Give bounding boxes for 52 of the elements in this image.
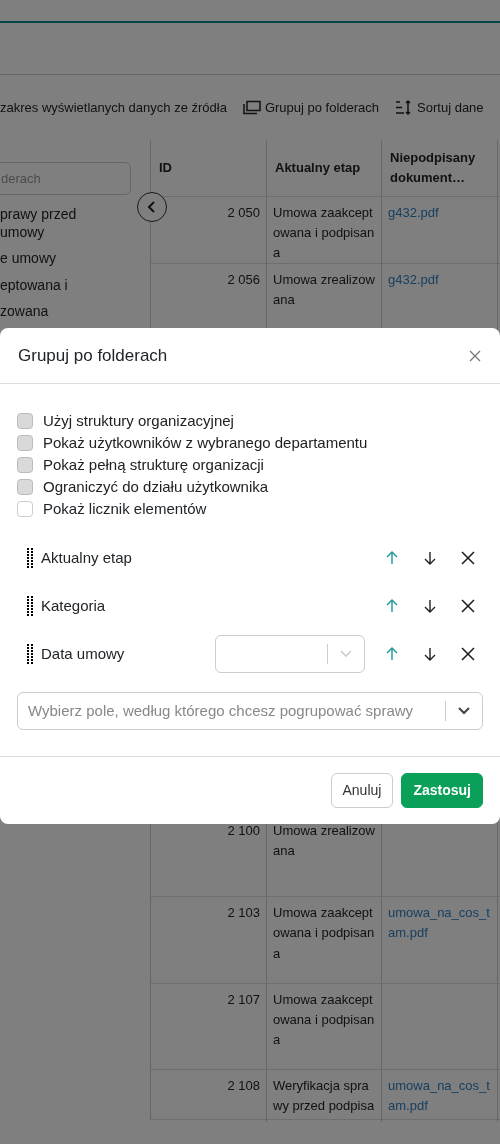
document-link[interactable]: g432.pdf <box>388 270 491 291</box>
move-down-button[interactable] <box>422 646 438 663</box>
id-cell: 2 103 <box>151 897 267 984</box>
group-field-label: Data umowy <box>41 644 126 665</box>
chevron-down-icon <box>458 707 470 716</box>
collapse-button[interactable] <box>137 192 167 222</box>
apply-button[interactable]: Zastosuj <box>401 773 483 809</box>
chevron-down-icon <box>340 650 352 659</box>
drag-handle-icon[interactable] <box>27 644 33 665</box>
document-link[interactable]: umowa_na_cos_tam.pdf <box>388 1076 491 1117</box>
remove-button[interactable] <box>460 598 476 615</box>
drag-handle-icon[interactable] <box>27 548 33 569</box>
folders-icon <box>242 100 261 115</box>
close-button[interactable] <box>468 349 482 364</box>
folder-item[interactable]: eptowana i <box>0 275 85 294</box>
option-label: Pokaż pełną strukturę organizacji <box>43 455 264 476</box>
dialog-title: Grupuj po folderach <box>18 346 168 367</box>
move-up-button[interactable] <box>384 646 400 663</box>
id-cell: 2 107 <box>151 984 267 1069</box>
sort-button[interactable]: Sortuj dane <box>395 97 484 118</box>
folder-item[interactable]: prawy przed umowy <box>0 205 85 242</box>
stage-cell: Umowa zaakceptowana i podpisana <box>267 897 382 984</box>
option-label: Pokaż użytkowników z wybranego departamentu <box>43 433 368 454</box>
source-range-link[interactable]: zakres wyświetlanych danych ze źródła <box>0 97 227 118</box>
chevron-left-icon <box>146 200 158 214</box>
group-button[interactable]: Grupuj po folderach <box>242 97 380 118</box>
option-label: Pokaż licznik elementów <box>43 499 207 520</box>
id-cell: 2 108 <box>151 1070 267 1123</box>
folder-item[interactable]: e umowy <box>0 249 85 268</box>
move-up-button[interactable] <box>384 550 400 567</box>
option-label: Ograniczyć do działu użytkownika <box>43 477 269 498</box>
document-link[interactable]: g432.pdf <box>388 203 491 224</box>
option-label: Użyj struktury organizacyjnej <box>43 411 234 432</box>
stage-cell: Umowa zaakceptowana i podpisana <box>267 197 382 270</box>
move-up-button[interactable] <box>384 598 400 615</box>
stage-cell: Umowa zaakceptowana i podpisana <box>267 984 382 1069</box>
group-field-label: Kategoria <box>41 596 107 617</box>
drag-handle-icon[interactable] <box>27 596 33 617</box>
stage-cell: Weryfikacja sprawy przed podpisa <box>267 1070 382 1123</box>
field-select[interactable]: Wybierz pole, według którego chcesz pogrupować sprawy <box>17 692 483 731</box>
column-header[interactable]: Aktualny etap <box>267 140 382 197</box>
cancel-button[interactable]: Anuluj <box>330 773 394 809</box>
sort-icon <box>395 100 414 115</box>
remove-button[interactable] <box>460 646 476 663</box>
move-down-button[interactable] <box>422 550 438 567</box>
folder-item[interactable]: zowana <box>0 301 85 320</box>
remove-button[interactable] <box>460 550 476 567</box>
group-field-label: Aktualny etap <box>41 548 133 569</box>
checkbox[interactable] <box>17 501 33 518</box>
document-link[interactable]: umowa_na_cos_tam.pdf <box>388 903 491 944</box>
column-header[interactable]: Niepodpisany dokument… <box>382 140 498 197</box>
move-down-button[interactable] <box>422 598 438 615</box>
